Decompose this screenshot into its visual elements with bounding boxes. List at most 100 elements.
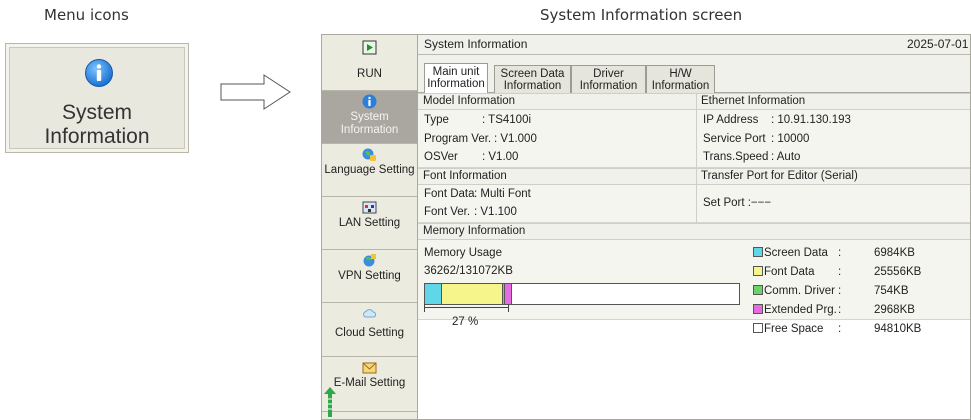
legend-extended-prg: Extended Prg.: bbox=[753, 304, 841, 316]
font-data-value: : Multi Font bbox=[474, 188, 531, 200]
program-ver-key: Program Ver. bbox=[424, 133, 492, 145]
type-key: Type bbox=[424, 114, 449, 126]
memory-usage-label: Memory Usage bbox=[424, 247, 502, 259]
legend-swatch bbox=[753, 247, 763, 257]
memory-information-heading: Memory Information bbox=[418, 223, 970, 240]
sidebar-item-email-setting[interactable]: E-Mail Setting bbox=[322, 357, 417, 412]
font-ver-key: Font Ver. bbox=[424, 206, 471, 218]
ip-key: IP Address bbox=[703, 114, 759, 126]
service-port-key: Service Port bbox=[703, 133, 766, 145]
os-ver-key: OSVer bbox=[424, 151, 458, 163]
legend-sep: : bbox=[838, 304, 842, 316]
tab-screen-data-information[interactable]: Screen Data Information bbox=[494, 65, 571, 93]
tab-driver-information[interactable]: Driver Information bbox=[571, 65, 646, 93]
model-information-heading: Model Information bbox=[418, 93, 696, 110]
tab-label-line1: Screen Data bbox=[500, 68, 565, 80]
font-data-row: Font Data: Multi Font bbox=[424, 188, 531, 200]
ethernet-information-heading: Ethernet Information bbox=[696, 93, 970, 110]
sidebar-item-vpn-setting[interactable]: VPN Setting bbox=[322, 250, 417, 303]
tab-label-line1: H/W bbox=[669, 68, 692, 80]
program-version-row: Program Ver.: V1.000 bbox=[424, 133, 537, 145]
legend-swatch bbox=[753, 304, 763, 314]
tab-label-line1: Main unit bbox=[432, 66, 480, 78]
trans-speed-value: : Auto bbox=[771, 151, 801, 163]
legend-font-data: Font Data: bbox=[753, 266, 841, 278]
tab-label-line1: Driver bbox=[593, 68, 624, 80]
sidebar-label-run: RUN bbox=[357, 68, 382, 80]
legend-screen-data: Screen Data: bbox=[753, 247, 841, 259]
bar-segment-screen-data bbox=[425, 284, 442, 304]
font-version-row: Font Ver.: V1.100 bbox=[424, 206, 517, 218]
legend-swatch bbox=[753, 266, 763, 276]
vpn-icon bbox=[362, 253, 377, 268]
program-ver-value: : V1.000 bbox=[494, 133, 537, 145]
window-title: System Information bbox=[424, 37, 528, 51]
caption-system-info-screen: System Information screen bbox=[540, 6, 743, 24]
title-bar: System Information 2025-07-01 14:57:2 bbox=[418, 35, 970, 55]
trans-speed-row: Trans.Speed: Auto bbox=[703, 151, 800, 163]
used-scale-bracket bbox=[424, 304, 509, 313]
sidebar-item-run[interactable]: RUN bbox=[322, 35, 417, 91]
sidebar: RUN System Information Language Setting … bbox=[321, 34, 418, 420]
caption-menu-icons: Menu icons bbox=[44, 6, 129, 24]
cloud-icon bbox=[362, 306, 377, 321]
service-port-row: Service Port : 10000 bbox=[703, 133, 809, 145]
sidebar-label-email-setting: E-Mail Setting bbox=[333, 377, 406, 389]
legend-swatch bbox=[753, 323, 763, 333]
legend-free-space: Free Space: bbox=[753, 323, 841, 335]
info-icon bbox=[84, 58, 114, 93]
bar-segment-extended-prg bbox=[505, 284, 512, 304]
memory-usage-value: 36262/131072KB bbox=[424, 265, 513, 277]
ip-value: : 10.91.130.193 bbox=[771, 114, 851, 126]
os-version-row: OSVer : V1.00 bbox=[424, 151, 518, 163]
tab-main-unit-information[interactable]: Main unit Information bbox=[424, 63, 488, 94]
legend-sep: : bbox=[838, 247, 842, 259]
set-port-row: Set Port :−−− bbox=[703, 197, 772, 209]
legend-extended-prg-value: 2968KB bbox=[874, 304, 915, 316]
font-ver-value: : V1.100 bbox=[474, 206, 517, 218]
tab-hw-information[interactable]: H/W Information bbox=[646, 65, 715, 93]
sidebar-label-vpn-setting: VPN Setting bbox=[338, 270, 401, 282]
system-information-menu-button[interactable]: System Information bbox=[5, 43, 189, 153]
legend-comm-driver-value: 754KB bbox=[874, 285, 909, 297]
legend-comm-driver: Comm. Driver: bbox=[753, 285, 841, 297]
trans-speed-key: Trans.Speed bbox=[703, 151, 769, 163]
tab-label-line2: Information bbox=[427, 78, 485, 90]
sidebar-item-cloud-setting[interactable]: Cloud Setting bbox=[322, 303, 417, 357]
scroll-up-arrow-icon[interactable] bbox=[324, 387, 336, 419]
legend-name: Extended Prg. bbox=[764, 304, 837, 316]
service-port-value: : 10000 bbox=[771, 133, 810, 145]
sidebar-label-lan-setting: LAN Setting bbox=[338, 217, 401, 229]
sidebar-item-language-setting[interactable]: Language Setting bbox=[322, 144, 417, 197]
sidebar-item-lan-setting[interactable]: LAN Setting bbox=[322, 197, 417, 250]
run-icon bbox=[362, 40, 377, 55]
legend-swatch bbox=[753, 285, 763, 295]
sidebar-item-system-information[interactable]: System Information bbox=[322, 91, 417, 144]
transfer-port-heading: Transfer Port for Editor (Serial) bbox=[696, 168, 970, 185]
type-value: : TS4100i bbox=[482, 114, 532, 126]
language-icon bbox=[362, 147, 377, 162]
font-information-heading: Font Information bbox=[418, 168, 696, 185]
sidebar-label-cloud-setting: Cloud Setting bbox=[334, 327, 405, 339]
legend-name: Font Data bbox=[764, 266, 815, 278]
menu-label-line2: Information bbox=[44, 125, 150, 148]
legend-font-data-value: 25556KB bbox=[874, 266, 922, 278]
legend-sep: : bbox=[838, 285, 842, 297]
email-icon bbox=[362, 360, 377, 375]
memory-usage-bar bbox=[424, 283, 740, 305]
model-type-row: Type : TS4100i bbox=[424, 114, 531, 126]
legend-screen-data-value: 6984KB bbox=[874, 247, 915, 259]
right-arrow-icon bbox=[220, 74, 291, 110]
datetime: 2025-07-01 14:57:2 bbox=[907, 37, 970, 51]
legend-name: Free Space bbox=[764, 323, 824, 335]
font-data-key: Font Data bbox=[424, 188, 475, 200]
sidebar-label-language-setting: Language Setting bbox=[324, 164, 415, 176]
lan-icon bbox=[362, 200, 377, 215]
system-information-panel: System Information 2025-07-01 14:57:2 Ma… bbox=[418, 34, 971, 420]
legend-sep: : bbox=[838, 266, 842, 278]
menu-label-line1: System bbox=[61, 101, 132, 124]
legend-name: Comm. Driver bbox=[764, 285, 835, 297]
tab-label-line2: Information bbox=[651, 80, 710, 92]
tab-label-line2: Information bbox=[579, 80, 638, 92]
os-ver-value: : V1.00 bbox=[482, 151, 519, 163]
